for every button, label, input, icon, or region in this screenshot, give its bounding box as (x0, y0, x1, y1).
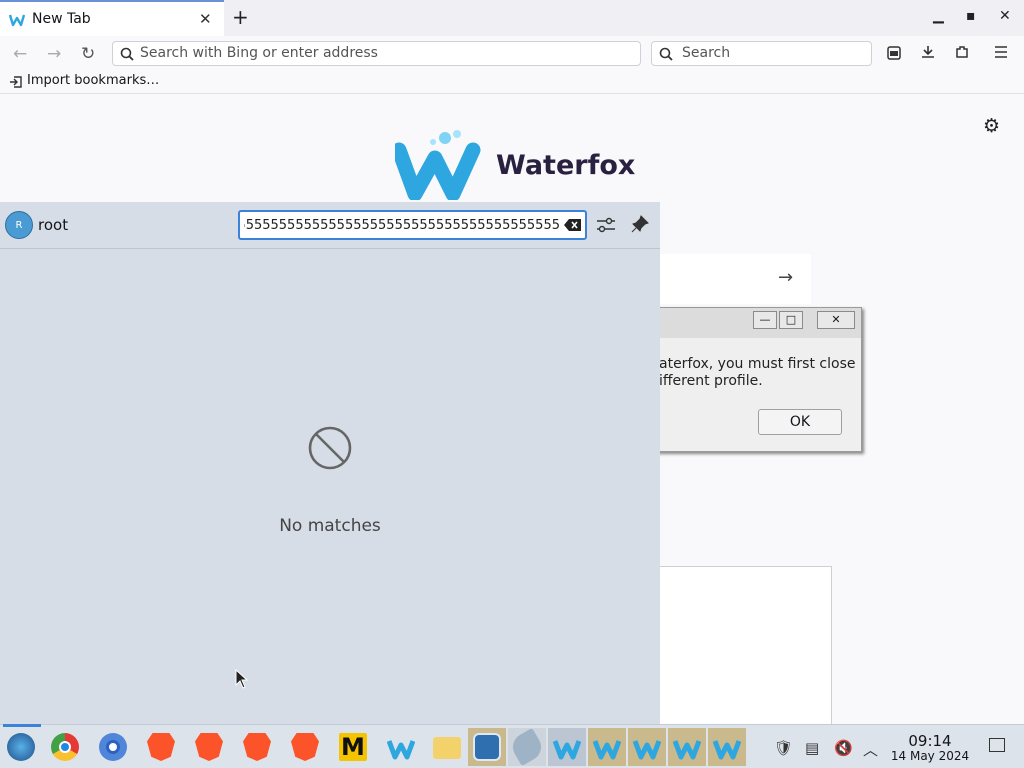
back-icon[interactable]: ← (13, 44, 27, 64)
network-tray-icon[interactable]: 🛡 (774, 739, 793, 757)
forward-icon[interactable]: → (47, 44, 61, 64)
waterfox-icon[interactable] (668, 728, 706, 766)
terminal-icon[interactable] (468, 728, 506, 766)
dialog-titlebar: — □ ✕ (641, 308, 861, 338)
filter-settings-icon[interactable] (596, 215, 616, 235)
window-close-icon[interactable]: ✕ (999, 8, 1011, 24)
clear-input-icon[interactable] (564, 218, 582, 232)
start-indicator (3, 724, 41, 727)
import-bookmarks-link[interactable]: Import bookmarks… (27, 73, 159, 88)
tab-close-icon[interactable]: ✕ (199, 10, 212, 28)
panel-header: R root (0, 202, 660, 249)
dialog-minimize-icon[interactable]: — (753, 311, 777, 329)
brave-icon[interactable] (238, 728, 276, 766)
switcher-panel: R root No matches (0, 202, 660, 726)
dialog-close-icon[interactable]: ✕ (817, 311, 855, 329)
chromium-icon[interactable] (94, 728, 132, 766)
search-bar[interactable]: Search (651, 41, 872, 66)
chevron-up-icon[interactable]: ︿ (863, 739, 878, 760)
top-site-tile[interactable] (640, 566, 832, 736)
search-icon (659, 47, 673, 61)
volume-muted-icon[interactable]: 🔇 (834, 739, 853, 757)
waterfox-icon[interactable] (548, 728, 586, 766)
downloads-icon[interactable] (920, 44, 936, 60)
address-placeholder: Search with Bing or enter address (140, 45, 378, 61)
tab-new-tab[interactable]: New Tab ✕ (0, 0, 224, 36)
maximize-icon[interactable]: ▪ (966, 8, 976, 24)
chrome-icon[interactable] (46, 728, 84, 766)
user-name: root (38, 216, 69, 234)
show-desktop-icon[interactable] (989, 738, 1005, 752)
waterfox-icon[interactable] (708, 728, 746, 766)
tab-bar: New Tab ✕ + ▁ ▪ ✕ (0, 0, 1024, 36)
m-app-icon[interactable]: M (334, 728, 372, 766)
no-matches-text: No matches (279, 516, 381, 536)
taskbar: M 🛡 ▤ 🔇 ︿ 09:14 14 May 2024 (0, 724, 1024, 768)
bookmarks-toolbar: Import bookmarks… (0, 70, 1024, 94)
clock-time: 09:14 (908, 732, 952, 750)
profile-in-use-dialog: — □ ✕ aterfox, you must first close iffe… (640, 307, 862, 452)
tab-title: New Tab (32, 11, 91, 27)
filter-input[interactable] (244, 216, 560, 234)
waterfox-icon[interactable] (382, 728, 420, 766)
brave-icon[interactable] (190, 728, 228, 766)
waterfox-wordmark: Waterfox (496, 150, 636, 181)
ok-button[interactable]: OK (758, 409, 842, 435)
clock[interactable]: 09:14 14 May 2024 (880, 733, 980, 764)
search-icon (120, 47, 134, 61)
clipboard-tray-icon[interactable]: ▤ (805, 739, 819, 757)
waterfox-icon[interactable] (628, 728, 666, 766)
search-placeholder: Search (682, 45, 731, 61)
no-results-icon (308, 426, 352, 470)
start-orb-icon[interactable] (2, 728, 40, 766)
avatar: R (5, 211, 33, 239)
settings-gear-icon[interactable]: ⚙ (983, 115, 1000, 137)
waterfox-logo-icon (395, 130, 481, 200)
pin-icon[interactable] (631, 215, 649, 233)
dialog-maximize-icon[interactable]: □ (779, 311, 803, 329)
address-bar[interactable]: Search with Bing or enter address (112, 41, 641, 66)
new-tab-button[interactable]: + (232, 5, 249, 29)
extensions-icon[interactable] (954, 44, 970, 60)
waterfox-favicon-icon (9, 14, 25, 27)
reader-view-icon[interactable] (886, 45, 902, 61)
brave-icon[interactable] (286, 728, 324, 766)
reload-icon[interactable]: ↻ (81, 44, 95, 64)
clock-date: 14 May 2024 (890, 749, 970, 763)
mouse-cursor-icon (235, 669, 249, 689)
newtab-search-box[interactable]: → (640, 254, 811, 304)
menu-icon[interactable] (994, 45, 1008, 59)
brave-icon[interactable] (142, 728, 180, 766)
minimize-icon[interactable]: ▁ (933, 8, 944, 24)
network-tool-icon[interactable] (507, 727, 547, 767)
dialog-message: aterfox, you must first close ifferent p… (659, 356, 856, 389)
waterfox-icon[interactable] (588, 728, 626, 766)
screen: New Tab ✕ + ▁ ▪ ✕ ← → ↻ Search with Bing… (0, 0, 1024, 768)
arrow-right-icon[interactable]: → (778, 267, 793, 288)
import-icon (10, 76, 22, 88)
file-manager-icon[interactable] (428, 728, 466, 766)
filter-input-box[interactable] (238, 210, 587, 240)
